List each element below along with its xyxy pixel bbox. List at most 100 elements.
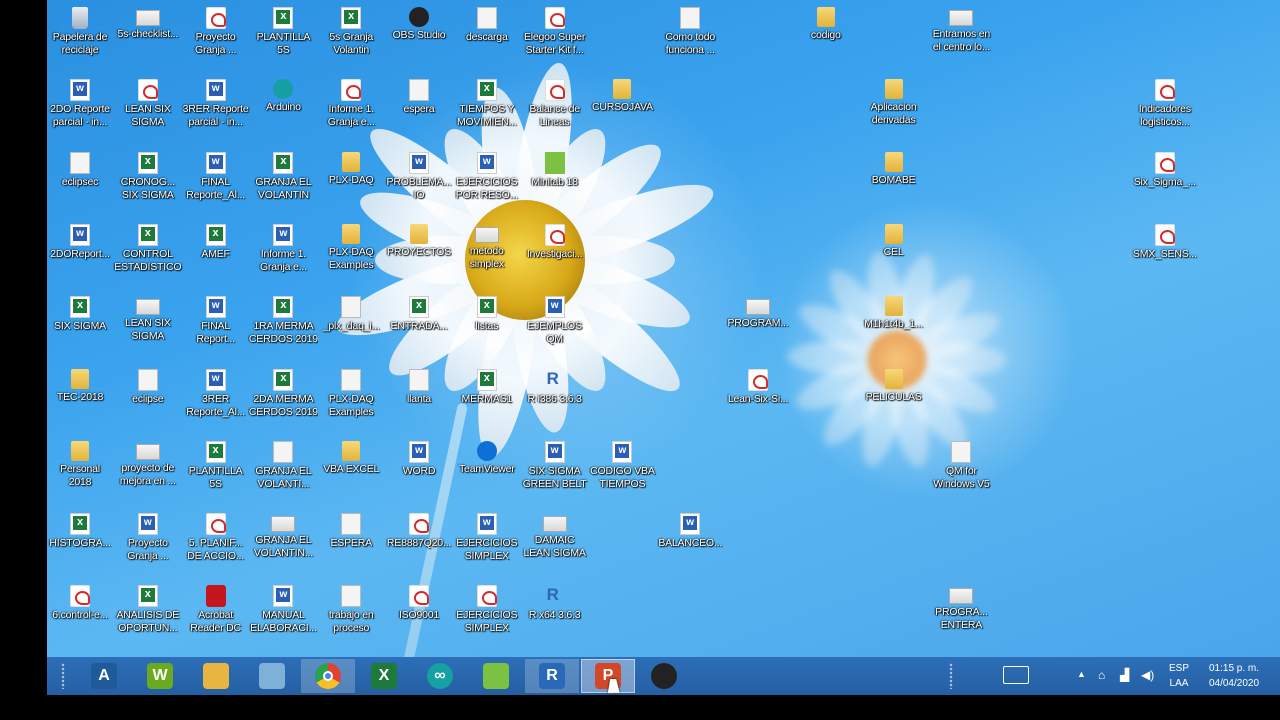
- desktop-icon[interactable]: 3RER Reporte_Al...: [181, 362, 251, 430]
- desktop-icon[interactable]: 2DA MERMA CERDOS 2019: [248, 362, 318, 430]
- desktop-icon[interactable]: 6.control-e...: [47, 578, 115, 646]
- desktop-icon[interactable]: CRONOG... SIX SIGMA: [113, 145, 183, 213]
- usb-device-icon[interactable]: ⌂: [1098, 668, 1105, 682]
- desktop-icon[interactable]: LEAN SIX SIGMA: [113, 72, 183, 140]
- desktop-icon[interactable]: DAMAIC LEAN SIGMA: [520, 506, 590, 574]
- desktop-icon[interactable]: VBA EXCEL: [316, 434, 386, 502]
- volume-icon[interactable]: ◀): [1141, 668, 1154, 682]
- desktop-icon[interactable]: PROBLEMA... IO: [384, 145, 454, 213]
- taskbar-button[interactable]: A: [77, 659, 131, 693]
- desktop-icon[interactable]: MERMAS1: [452, 362, 522, 430]
- desktop-icon[interactable]: PLX-DAQ: [316, 145, 386, 213]
- desktop-icon[interactable]: codigo: [791, 0, 861, 68]
- desktop-icon[interactable]: Papelera de reciclaje: [47, 0, 115, 68]
- desktop-icon[interactable]: Balance de Lineas: [520, 72, 590, 140]
- desktop-icon[interactable]: 1RA MERMA CERDOS 2019: [248, 289, 318, 357]
- desktop-icon[interactable]: PROYECTOS: [384, 217, 454, 285]
- desktop-icon[interactable]: TIEMPOS Y MOVIMIEN...: [452, 72, 522, 140]
- desktop-icon[interactable]: Indicadores logisticos...: [1130, 72, 1200, 140]
- desktop-icon[interactable]: 5. PLANIF... DE ACCIO...: [181, 506, 251, 574]
- show-hidden-icons-icon[interactable]: ▲: [1077, 669, 1086, 679]
- desktop-icon[interactable]: descarga: [452, 0, 522, 68]
- desktop-icon[interactable]: CODIGO VBA TIEMPOS: [587, 434, 657, 502]
- desktop-icon[interactable]: PLANTILLA 5S: [248, 0, 318, 68]
- taskbar-button[interactable]: [245, 659, 299, 693]
- desktop-icon[interactable]: CURSOJAVA: [587, 72, 657, 140]
- desktop-icon[interactable]: Informe 1. Granja e...: [316, 72, 386, 140]
- desktop-icon[interactable]: llanta: [384, 362, 454, 430]
- desktop-icon[interactable]: PLX-DAQ Examples: [316, 217, 386, 285]
- desktop-icon[interactable]: ENTRADA...: [384, 289, 454, 357]
- desktop-icon[interactable]: CONTROL ESTADISTICO: [113, 217, 183, 285]
- desktop-icon[interactable]: listas: [452, 289, 522, 357]
- taskbar-button[interactable]: [189, 659, 243, 693]
- desktop-icon[interactable]: Aplicacion derivadas: [859, 72, 929, 140]
- desktop-icon[interactable]: PELICULAS: [859, 362, 929, 430]
- taskbar-button[interactable]: [469, 659, 523, 693]
- desktop-icon[interactable]: BALANCEO...: [655, 506, 725, 574]
- desktop-icon[interactable]: ANALISIS DE OPORTUN...: [113, 578, 183, 646]
- desktop-icon[interactable]: R x64 3.6.3: [520, 578, 590, 646]
- taskbar-button[interactable]: ∞: [413, 659, 467, 693]
- desktop-icon[interactable]: RE8887Q20...: [384, 506, 454, 574]
- desktop-icon[interactable]: Como todo funciona ...: [655, 0, 725, 68]
- desktop-icon[interactable]: M1h1t4b_1...: [859, 289, 929, 357]
- desktop-icon[interactable]: EJERCICIOS SIMPLEX: [452, 578, 522, 646]
- desktop-icon[interactable]: CEL: [859, 217, 929, 285]
- desktop-icon[interactable]: SMX_SENS...: [1130, 217, 1200, 285]
- taskbar-button[interactable]: X: [357, 659, 411, 693]
- desktop[interactable]: Papelera de reciclaje 5s-checklist... Proy…: [47, 0, 1280, 657]
- taskbar-button[interactable]: [301, 659, 355, 693]
- desktop-icon[interactable]: LEAN SIX SIGMA: [113, 289, 183, 357]
- taskbar-grip-right[interactable]: [949, 663, 953, 689]
- taskbar-button[interactable]: W: [133, 659, 187, 693]
- desktop-icon[interactable]: TEC-2018: [47, 362, 115, 430]
- desktop-icon[interactable]: AMEF: [181, 217, 251, 285]
- desktop-icon[interactable]: Informe 1. Granja e...: [248, 217, 318, 285]
- desktop-icon[interactable]: Lean-Six-Si...: [723, 362, 793, 430]
- desktop-icon[interactable]: Six_Sigma_...: [1130, 145, 1200, 213]
- desktop-icon[interactable]: Investigaci...: [520, 217, 590, 285]
- desktop-icon[interactable]: PLANTILLA 5S: [181, 434, 251, 502]
- desktop-icon[interactable]: FINAL Report...: [181, 289, 251, 357]
- desktop-icon[interactable]: trabajo en proceso: [316, 578, 386, 646]
- desktop-icon[interactable]: Personal 2018: [47, 434, 115, 502]
- desktop-icon[interactable]: PROGRAM...: [723, 289, 793, 357]
- keyboard-icon[interactable]: [1003, 666, 1029, 684]
- desktop-icon[interactable]: Minitab 18: [520, 145, 590, 213]
- desktop-icon[interactable]: ISO9001: [384, 578, 454, 646]
- desktop-icon[interactable]: SIX SIGMA GREEN BELT: [520, 434, 590, 502]
- desktop-icon[interactable]: 5s Granja Volantin: [316, 0, 386, 68]
- desktop-icon[interactable]: 2DOReport...: [47, 217, 115, 285]
- desktop-icon[interactable]: WORD: [384, 434, 454, 502]
- desktop-icon[interactable]: Entramos en el centro lo...: [926, 0, 996, 68]
- desktop-icon[interactable]: _plx_daq_i...: [316, 289, 386, 357]
- desktop-icon[interactable]: eclipse: [113, 362, 183, 430]
- clock-date[interactable]: 04/04/2020: [1199, 677, 1269, 690]
- desktop-icon[interactable]: OBS Studio: [384, 0, 454, 68]
- desktop-icon[interactable]: GRANJA EL VOLANTI...: [248, 434, 318, 502]
- desktop-icon[interactable]: FINAL Reporte_Al...: [181, 145, 251, 213]
- clock-time[interactable]: 01:15 p. m.: [1199, 662, 1269, 675]
- desktop-icon[interactable]: Arduino: [248, 72, 318, 140]
- desktop-icon[interactable]: Elegoo Super Starter Kit f...: [520, 0, 590, 68]
- desktop-icon[interactable]: MANUAL ELABORACI...: [248, 578, 318, 646]
- desktop-icon[interactable]: 3RER Reporte parcial - in...: [181, 72, 251, 140]
- desktop-icon[interactable]: Proyecto Granja ...: [181, 0, 251, 68]
- desktop-icon[interactable]: HISTOGRA...: [47, 506, 115, 574]
- language-indicator-top[interactable]: ESP: [1165, 662, 1193, 675]
- desktop-icon[interactable]: R i386 3.6.3: [520, 362, 590, 430]
- desktop-icon[interactable]: 2DO Reporte parcial - in...: [47, 72, 115, 140]
- desktop-icon[interactable]: GRANJA EL VOLANTIN...: [248, 506, 318, 574]
- desktop-icon[interactable]: PLX-DAQ Examples: [316, 362, 386, 430]
- language-indicator-bottom[interactable]: LAA: [1165, 677, 1193, 690]
- desktop-icon[interactable]: EJEMPLOS QM: [520, 289, 590, 357]
- desktop-icon[interactable]: TeamViewer: [452, 434, 522, 502]
- desktop-icon[interactable]: BOMABE: [859, 145, 929, 213]
- desktop-icon[interactable]: proyecto de mejora en ...: [113, 434, 183, 502]
- desktop-icon[interactable]: Acrobat Reader DC: [181, 578, 251, 646]
- taskbar-grip-left[interactable]: [61, 663, 65, 689]
- desktop-icon[interactable]: Proyecto Granja ...: [113, 506, 183, 574]
- desktop-icon[interactable]: ESPERA: [316, 506, 386, 574]
- taskbar-button[interactable]: [637, 659, 691, 693]
